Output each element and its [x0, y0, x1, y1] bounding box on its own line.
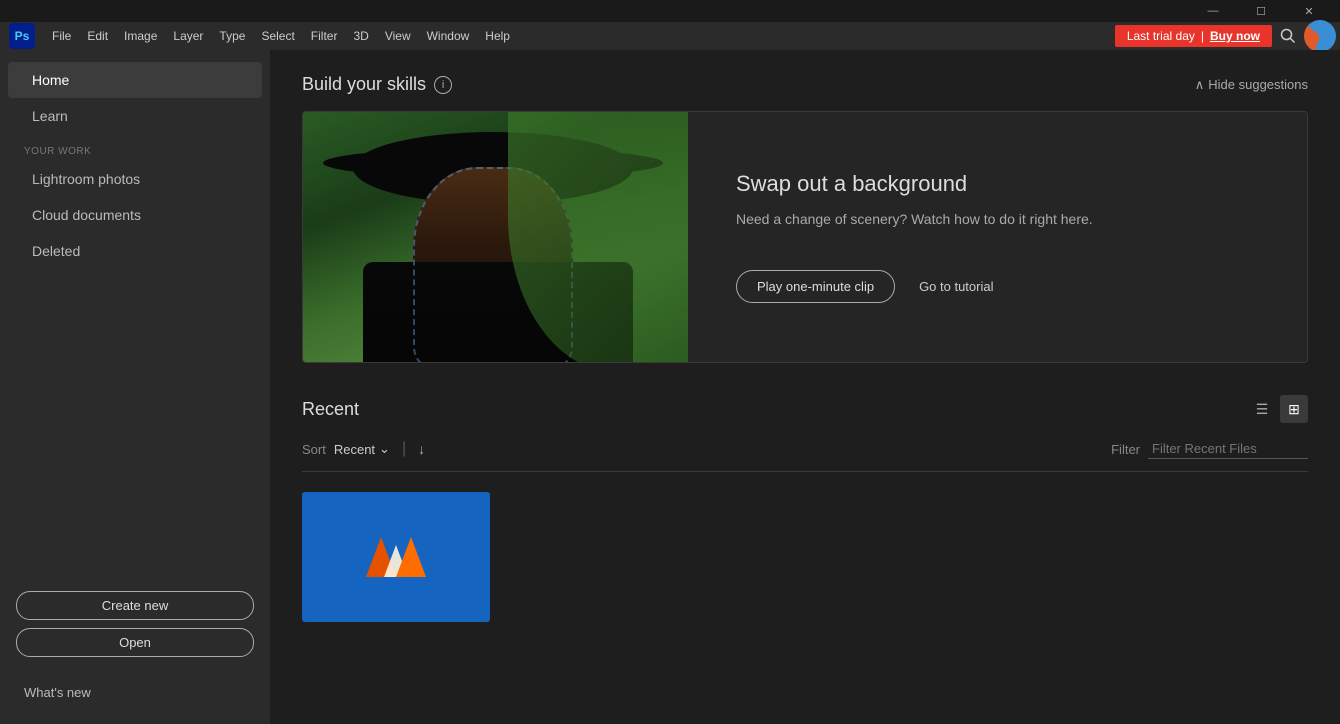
avatar[interactable] [1304, 20, 1336, 52]
hide-suggestions-button[interactable]: ∧ Hide suggestions [1195, 77, 1308, 93]
skills-title-group: Build your skills i [302, 74, 452, 95]
feature-description: Need a change of scenery? Watch how to d… [736, 209, 1259, 230]
sidebar-item-home[interactable]: Home [8, 62, 262, 98]
buy-now-link[interactable]: Buy now [1210, 29, 1260, 43]
sidebar-item-cloud[interactable]: Cloud documents [8, 197, 262, 233]
filter-input[interactable] [1148, 439, 1308, 459]
menu-type[interactable]: Type [211, 25, 253, 47]
menu-edit[interactable]: Edit [79, 25, 116, 47]
feature-content: Swap out a background Need a change of s… [688, 112, 1307, 362]
menu-layer[interactable]: Layer [165, 25, 211, 47]
feature-actions: Play one-minute clip Go to tutorial [736, 270, 1259, 303]
tutorial-link[interactable]: Go to tutorial [919, 279, 993, 294]
grid-view-button[interactable]: ⊞ [1280, 395, 1308, 423]
open-button[interactable]: Open [16, 628, 254, 657]
menu-3d[interactable]: 3D [345, 25, 376, 47]
sort-select[interactable]: Recent ⌄ [334, 441, 390, 457]
menu-file[interactable]: File [44, 25, 79, 47]
sort-divider: | [402, 440, 406, 458]
ps-logo: Ps [4, 22, 40, 50]
chevron-up-icon: ∧ [1195, 77, 1205, 93]
play-clip-button[interactable]: Play one-minute clip [736, 270, 895, 303]
sidebar-item-deleted[interactable]: Deleted [8, 233, 262, 269]
thumbnails-grid [302, 492, 1308, 622]
trial-label: Last trial day [1127, 29, 1195, 43]
sidebar-item-lightroom[interactable]: Lightroom photos [8, 161, 262, 197]
menu-select[interactable]: Select [253, 25, 302, 47]
mui-logo [366, 527, 426, 587]
create-new-button[interactable]: Create new [16, 591, 254, 620]
sort-value: Recent [334, 442, 375, 457]
ps-icon: Ps [9, 23, 35, 49]
whats-new-link[interactable]: What's new [24, 685, 246, 700]
close-button[interactable]: ✕ [1286, 0, 1332, 22]
list-item[interactable] [302, 492, 490, 622]
hide-suggestions-label: Hide suggestions [1208, 77, 1308, 92]
filter-label: Filter [1111, 442, 1140, 457]
menu-filter[interactable]: Filter [303, 25, 346, 47]
title-bar: — ☐ ✕ [0, 0, 1340, 22]
sidebar-bottom: What's new [0, 673, 270, 712]
chevron-down-icon: ⌄ [379, 441, 390, 457]
feature-title: Swap out a background [736, 171, 1259, 197]
filter-section: Filter [1111, 439, 1308, 459]
sort-label: Sort [302, 442, 326, 457]
sort-row: Sort Recent ⌄ | ↓ Filter [302, 439, 1308, 472]
sidebar-your-work-label: YOUR WORK [0, 134, 270, 161]
trial-divider: | [1201, 29, 1204, 43]
list-view-button[interactable]: ☰ [1248, 395, 1276, 423]
menu-help[interactable]: Help [477, 25, 518, 47]
info-icon[interactable]: i [434, 76, 452, 94]
mui-thumbnail [302, 492, 490, 622]
menu-bar: Ps File Edit Image Layer Type Select Fil… [0, 22, 1340, 50]
view-toggles: ☰ ⊞ [1248, 395, 1308, 423]
menu-image[interactable]: Image [116, 25, 165, 47]
recent-title: Recent [302, 399, 359, 420]
content-area: Build your skills i ∧ Hide suggestions [270, 50, 1340, 724]
maximize-button[interactable]: ☐ [1238, 0, 1284, 22]
recent-header: Recent ☰ ⊞ [302, 395, 1308, 423]
search-icon [1280, 28, 1296, 44]
sidebar-item-learn[interactable]: Learn [8, 98, 262, 134]
sort-direction-button[interactable]: ↓ [418, 441, 425, 457]
thumbnail-image [302, 492, 490, 622]
trial-button[interactable]: Last trial day | Buy now [1115, 25, 1272, 47]
window-controls[interactable]: — ☐ ✕ [1190, 0, 1332, 22]
skills-header: Build your skills i ∧ Hide suggestions [302, 74, 1308, 95]
sidebar: Home Learn YOUR WORK Lightroom photos Cl… [0, 50, 270, 724]
skills-title-text: Build your skills [302, 74, 426, 95]
minimize-button[interactable]: — [1190, 0, 1236, 22]
search-button[interactable] [1272, 20, 1304, 52]
feature-card: Swap out a background Need a change of s… [302, 111, 1308, 363]
feature-image [303, 112, 688, 362]
main-layout: Home Learn YOUR WORK Lightroom photos Cl… [0, 50, 1340, 724]
menu-window[interactable]: Window [419, 25, 478, 47]
menu-view[interactable]: View [377, 25, 419, 47]
